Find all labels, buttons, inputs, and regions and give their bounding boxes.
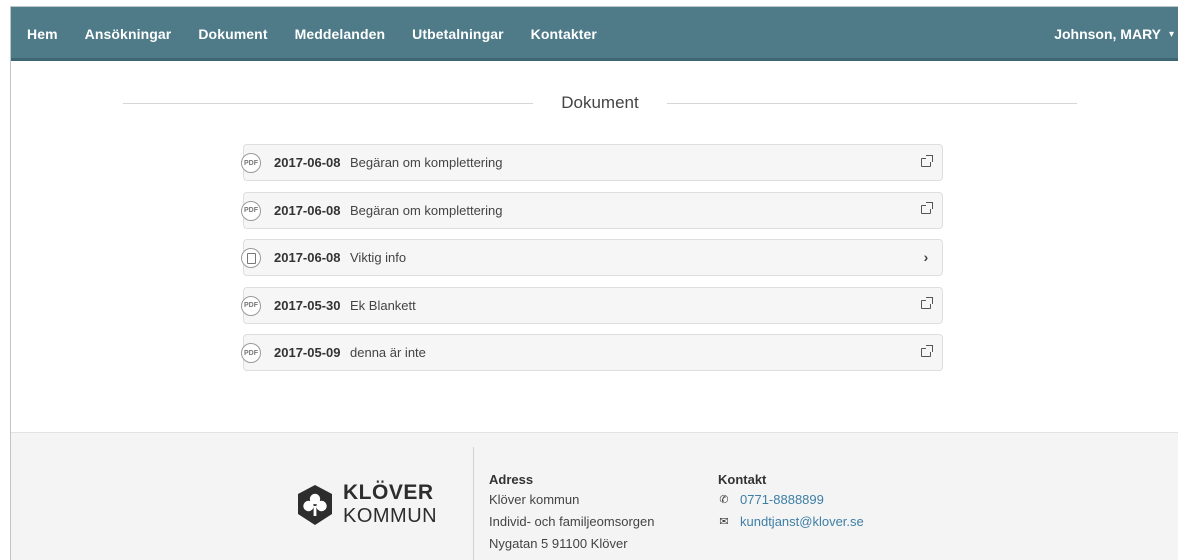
logo-text-line1: KLÖVER xyxy=(343,481,434,504)
document-date: 2017-05-30 xyxy=(274,297,341,313)
external-link-icon[interactable] xyxy=(918,202,934,218)
page-title: Dokument xyxy=(561,93,639,112)
document-icon xyxy=(241,248,261,268)
external-link-icon[interactable] xyxy=(918,154,934,170)
nav-item-kontakter[interactable]: Kontakter xyxy=(531,26,597,42)
document-title: Viktig info xyxy=(350,250,407,265)
address-line: Individ- och familjeomsorgen xyxy=(489,514,655,529)
phone-icon: ✆ xyxy=(719,494,729,506)
address-line: Nygatan 5 91100 Klöver xyxy=(489,536,628,551)
nav-item-utbetalningar[interactable]: Utbetalningar xyxy=(412,26,504,42)
section-header: Dokument xyxy=(123,91,1077,115)
document-row[interactable]: PDF 2017-05-30 Ek Blankett xyxy=(241,286,943,324)
nav-item-ansokningar[interactable]: Ansökningar xyxy=(85,26,172,42)
chevron-right-icon[interactable]: › xyxy=(918,249,934,265)
address-line: Klöver kommun xyxy=(489,492,580,507)
user-menu[interactable]: Johnson, MARY ▾ xyxy=(1054,7,1178,61)
document-date: 2017-05-09 xyxy=(274,345,341,360)
external-link-icon[interactable] xyxy=(918,344,934,360)
footer: KLÖVER KOMMUN Adress Klöver kommun Indiv… xyxy=(11,432,1178,560)
document-title: Begäran om komplettering xyxy=(350,202,503,218)
envelope-icon: ✉ xyxy=(719,516,729,528)
footer-divider xyxy=(473,447,474,560)
pdf-icon: PDF xyxy=(241,200,261,221)
clover-shield-icon xyxy=(298,485,332,525)
klover-logo: KLÖVER KOMMUN xyxy=(295,481,450,531)
document-title: denna är inte xyxy=(350,345,426,360)
document-list: PDF 2017-06-08 Begäran om komplettering … xyxy=(241,144,943,382)
chevron-down-icon: ▾ xyxy=(1169,28,1175,40)
nav-item-hem[interactable]: Hem xyxy=(27,26,58,42)
document-date: 2017-06-08 xyxy=(274,155,341,170)
document-row[interactable]: PDF 2017-06-08 Begäran om komplettering xyxy=(241,191,943,229)
pdf-icon: PDF xyxy=(241,343,261,363)
document-date: 2017-06-08 xyxy=(274,202,341,218)
document-title: Ek Blankett xyxy=(350,297,416,313)
contact-heading: Kontakt xyxy=(718,472,767,487)
document-date: 2017-06-08 xyxy=(274,250,341,265)
nav-item-dokument[interactable]: Dokument xyxy=(198,26,267,42)
contact-email-row: ✉ kundtjanst@klover.se xyxy=(718,511,864,533)
document-row[interactable]: PDF 2017-06-08 Begäran om komplettering xyxy=(241,144,943,181)
external-link-icon[interactable] xyxy=(918,297,934,313)
address-block: Adress Klöver kommun Individ- och familj… xyxy=(489,471,654,555)
top-navbar: Hem Ansökningar Dokument Meddelanden Utb… xyxy=(11,7,1178,61)
nav-menu: Hem Ansökningar Dokument Meddelanden Utb… xyxy=(11,7,597,61)
email-link[interactable]: kundtjanst@klover.se xyxy=(740,511,864,533)
app-frame: Hem Ansökningar Dokument Meddelanden Utb… xyxy=(10,6,1178,560)
document-title: Begäran om komplettering xyxy=(350,155,503,170)
contact-phone-row: ✆ 0771-8888899 xyxy=(718,489,864,511)
user-name: Johnson, MARY xyxy=(1054,26,1161,42)
pdf-icon: PDF xyxy=(241,153,261,173)
logo-text-line2: KOMMUN xyxy=(343,505,438,527)
phone-link[interactable]: 0771-8888899 xyxy=(740,489,824,511)
contact-block: Kontakt ✆ 0771-8888899 ✉ kundtjanst@klov… xyxy=(718,471,864,533)
pdf-icon: PDF xyxy=(241,295,261,316)
document-row[interactable]: 2017-06-08 Viktig info › xyxy=(241,239,943,276)
document-row[interactable]: PDF 2017-05-09 denna är inte xyxy=(241,334,943,371)
address-heading: Adress xyxy=(489,472,534,487)
nav-item-meddelanden[interactable]: Meddelanden xyxy=(295,26,386,42)
